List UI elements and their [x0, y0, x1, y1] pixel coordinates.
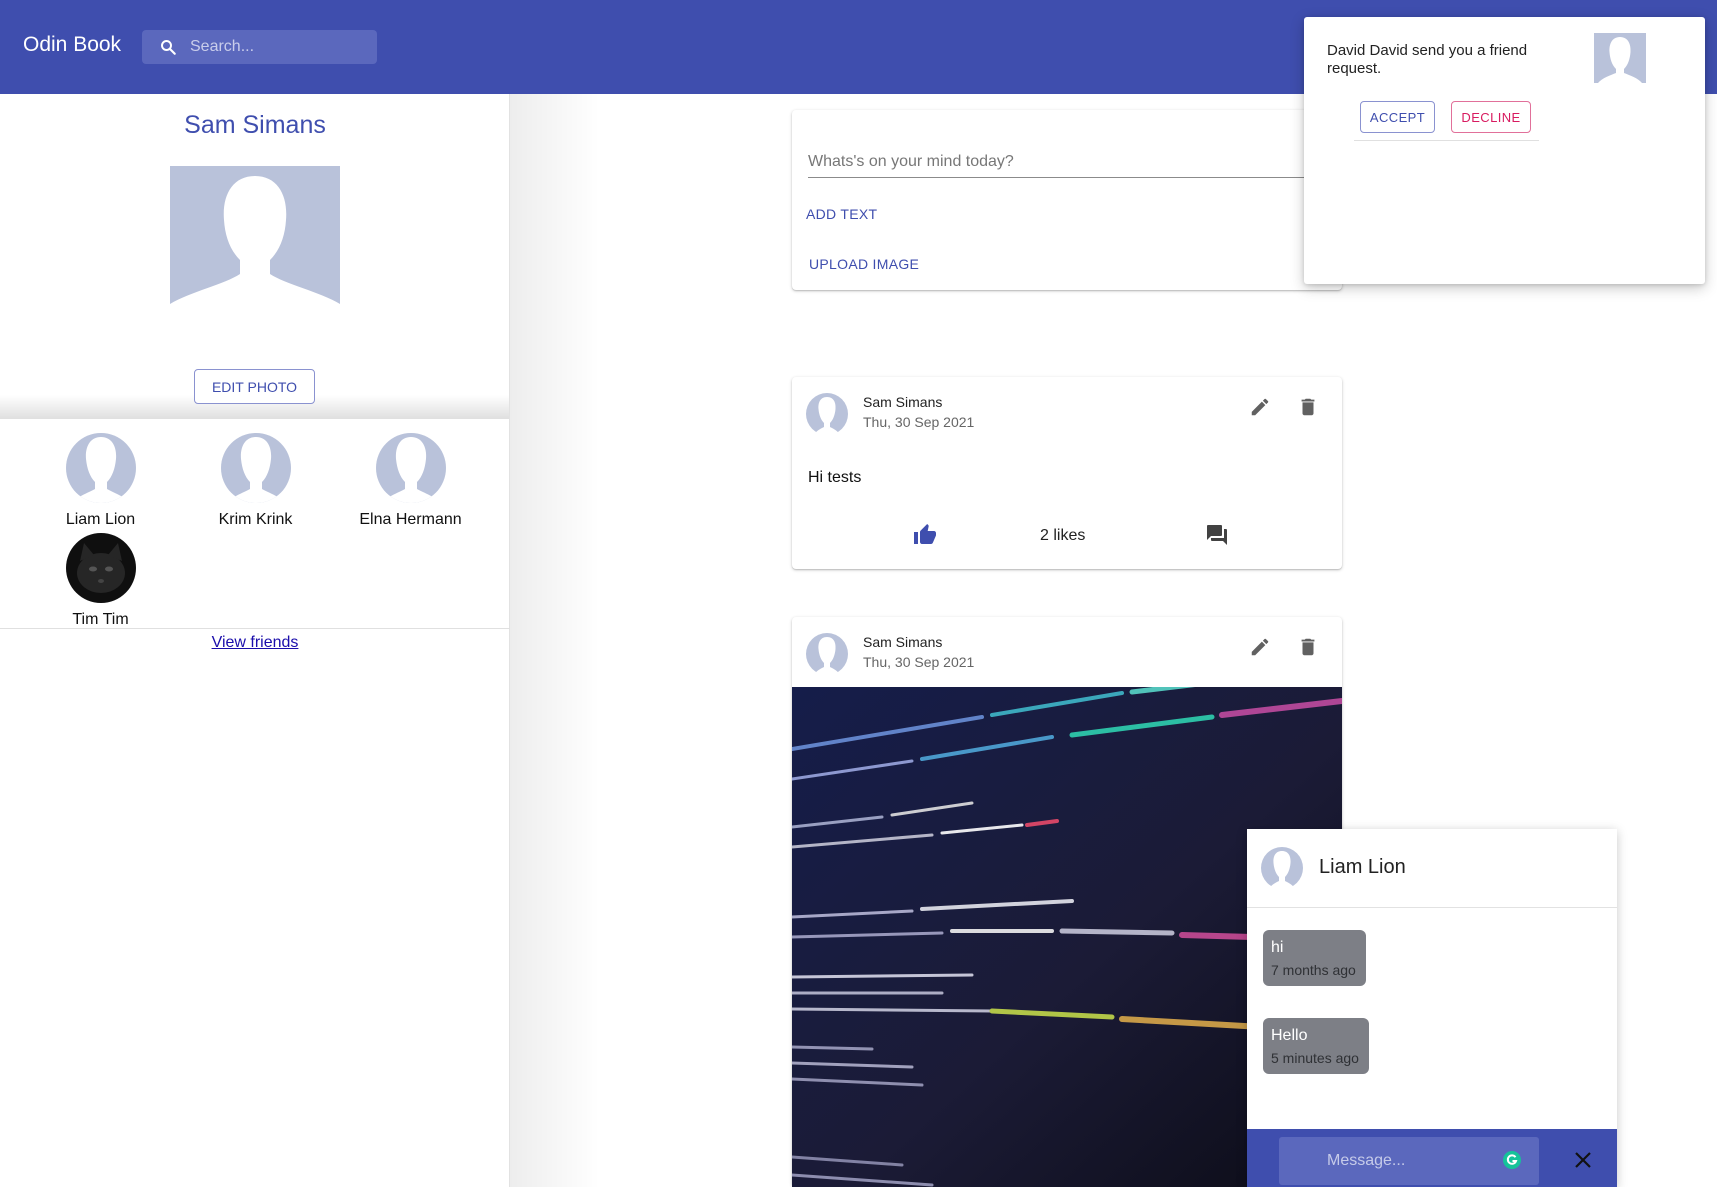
chat-message-time: 7 months ago	[1271, 962, 1356, 978]
decline-request-button[interactable]: DECLINE	[1451, 101, 1531, 133]
post-card: Sam Simans Thu, 30 Sep 2021 Hi tests 2 l…	[792, 377, 1342, 569]
notification-divider	[1354, 140, 1539, 141]
default-avatar-icon	[65, 433, 136, 503]
friend-request-text: David David send you a friend request.	[1327, 42, 1528, 77]
delete-icon[interactable]	[1294, 393, 1322, 421]
chat-input-box[interactable]	[1279, 1137, 1539, 1185]
default-avatar-icon	[220, 433, 291, 503]
add-text-button[interactable]: ADD TEXT	[806, 206, 877, 222]
author-avatar-icon	[806, 393, 848, 435]
chat-message-text: Hello	[1271, 1027, 1308, 1044]
view-friends-row: View friends	[0, 634, 510, 652]
panel-shadow	[510, 94, 600, 1187]
friend-name: Liam Lion	[65, 511, 136, 528]
dark-cat-avatar	[65, 533, 136, 603]
friend-name: Krim Krink	[218, 511, 293, 528]
view-friends-link[interactable]: View friends	[212, 634, 299, 651]
close-icon[interactable]	[1573, 1150, 1593, 1170]
chat-message-input[interactable]	[1279, 1137, 1509, 1185]
friends-divider	[0, 628, 510, 629]
post-text: Hi tests	[808, 469, 862, 486]
chat-contact-name[interactable]: Liam Lion	[1319, 856, 1406, 879]
chat-message-text: hi	[1271, 939, 1284, 956]
requester-avatar-icon	[1594, 33, 1646, 83]
edit-icon[interactable]	[1246, 393, 1274, 421]
grammarly-icon[interactable]	[1502, 1150, 1522, 1170]
chat-window: Liam Lion hi 7 months ago Hello 5 minute…	[1247, 829, 1617, 1187]
comment-icon[interactable]	[1203, 521, 1231, 549]
friend-name: Elna Hermann	[359, 511, 462, 528]
default-profile-silhouette-icon	[170, 166, 340, 326]
friend-item[interactable]: Liam Lion	[23, 433, 178, 529]
friend-item[interactable]: Krim Krink	[178, 433, 333, 529]
post-composer: ADD TEXT UPLOAD IMAGE	[792, 110, 1342, 290]
edit-icon[interactable]	[1246, 633, 1274, 661]
author-avatar-icon	[806, 633, 848, 675]
friend-name: Tim Tim	[72, 611, 129, 628]
chat-divider	[1247, 907, 1617, 908]
app-brand[interactable]: Odin Book	[23, 33, 121, 57]
chat-contact-avatar-icon	[1261, 847, 1303, 889]
chat-message-time: 5 minutes ago	[1271, 1050, 1359, 1066]
friend-request-popover: David David send you a friend request. A…	[1304, 17, 1705, 284]
chat-footer	[1247, 1129, 1617, 1187]
chat-message: hi 7 months ago	[1263, 930, 1366, 986]
friend-item[interactable]: Tim Tim	[23, 533, 178, 629]
accept-request-button[interactable]: ACCEPT	[1360, 101, 1435, 133]
post-date: Thu, 30 Sep 2021	[863, 654, 975, 670]
thumb-up-icon[interactable]	[911, 521, 939, 549]
edit-photo-button[interactable]: EDIT PHOTO	[194, 369, 315, 404]
post-author[interactable]: Sam Simans	[863, 394, 942, 410]
chat-message: Hello 5 minutes ago	[1263, 1018, 1369, 1074]
friend-item[interactable]: Elna Hermann	[333, 433, 488, 529]
search-input[interactable]	[190, 30, 370, 64]
post-date: Thu, 30 Sep 2021	[863, 414, 975, 430]
delete-icon[interactable]	[1294, 633, 1322, 661]
post-author[interactable]: Sam Simans	[863, 634, 942, 650]
post-text-input[interactable]	[808, 146, 1328, 178]
profile-photo	[170, 166, 340, 326]
default-avatar-icon	[375, 433, 446, 503]
search-box[interactable]	[142, 30, 377, 64]
upload-image-button[interactable]: UPLOAD IMAGE	[809, 256, 919, 272]
profile-name: Sam Simans	[184, 111, 326, 139]
search-icon	[161, 40, 176, 55]
likes-count: 2 likes	[1040, 527, 1086, 544]
